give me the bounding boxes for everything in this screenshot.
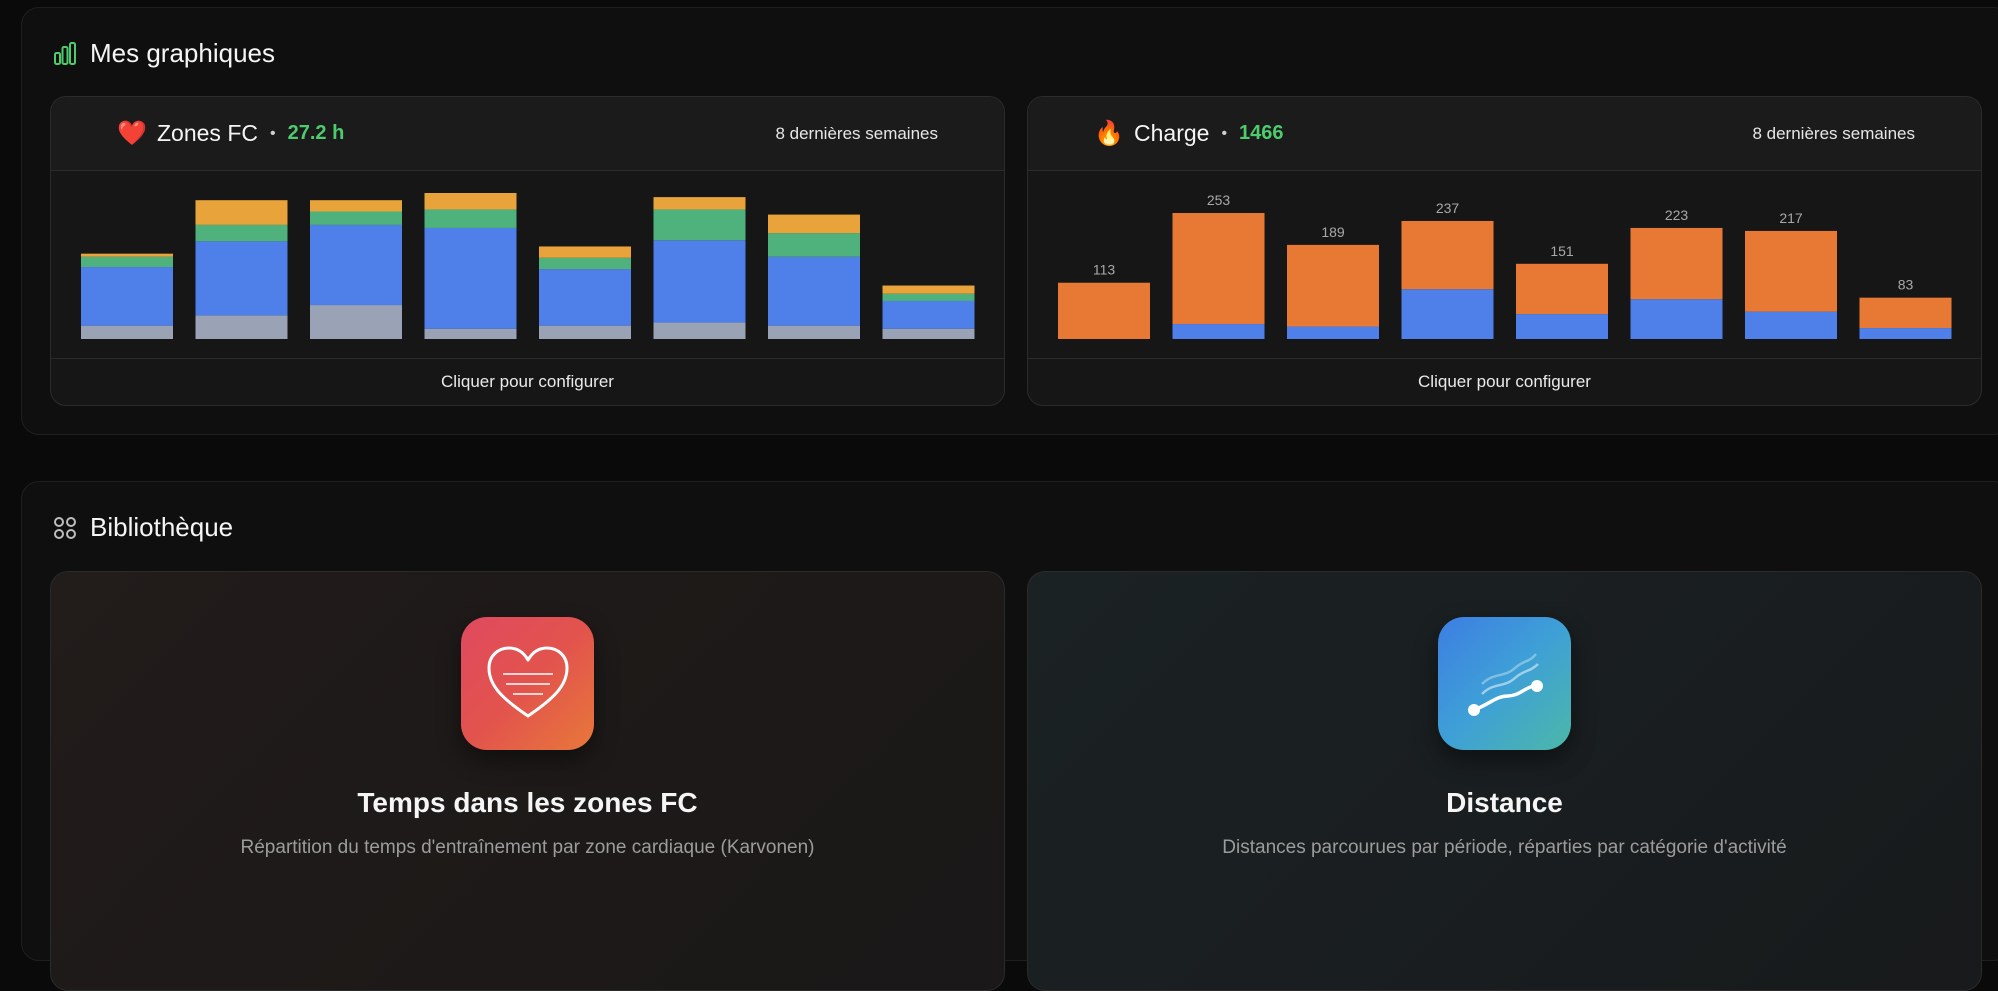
- bar-segment: [1287, 326, 1379, 339]
- distance-route-icon: [1438, 617, 1571, 750]
- fire-icon: 🔥: [1094, 120, 1124, 147]
- bar-segment: [195, 315, 288, 339]
- library-section-title: Bibliothèque: [90, 512, 234, 542]
- bar-segment: [539, 257, 631, 270]
- bar-segment: [81, 267, 173, 326]
- bar-segment: [1745, 230, 1837, 312]
- bar-segment: [1401, 289, 1494, 339]
- library-section-header: Bibliothèque: [52, 512, 233, 543]
- library-card-zones[interactable]: Temps dans les zones FC Répartition du t…: [50, 571, 1005, 991]
- bar-segment: [653, 209, 746, 241]
- bar-segment: [81, 325, 173, 339]
- bar-total-label: 223: [1665, 207, 1689, 223]
- configure-button[interactable]: Cliquer pour configurer: [51, 358, 1004, 405]
- bar-segment: [882, 285, 975, 294]
- bar-segment: [81, 253, 173, 257]
- charge-chart: 113 253 189 237 151 223 217 83: [1058, 192, 1952, 339]
- bar-segment: [653, 240, 746, 323]
- card-period: 8 dernières semaines: [775, 124, 938, 143]
- bar-segment: [768, 325, 860, 339]
- bar-segment: [1630, 299, 1723, 339]
- configure-button[interactable]: Cliquer pour configurer: [1028, 358, 1981, 405]
- bar-segment: [1287, 244, 1379, 327]
- library-card-title: Distance: [1446, 787, 1563, 818]
- charge-chart-card[interactable]: 🔥 Charge • 1466 8 dernières semaines 113…: [1027, 96, 1982, 406]
- grid-icon: [52, 515, 78, 541]
- bar-segment: [882, 328, 975, 339]
- zones-fc-chart: [81, 193, 975, 339]
- card-period: 8 dernières semaines: [1752, 124, 1915, 143]
- bar-segment: [1401, 220, 1494, 290]
- separator-dot: •: [1221, 124, 1228, 142]
- card-title: Zones FC: [157, 120, 258, 146]
- bar-segment: [1516, 263, 1608, 315]
- bar-total-label: 151: [1550, 243, 1574, 259]
- zones-chart-area: [51, 171, 1004, 343]
- card-header: 🔥 Charge • 1466 8 dernières semaines: [1028, 97, 1981, 171]
- card-title: Charge: [1134, 120, 1210, 146]
- bar-segment: [424, 328, 517, 339]
- charts-section: Mes graphiques ❤️ Zones FC • 27.2 h 8 de…: [21, 7, 1998, 435]
- bar-segment: [1516, 314, 1608, 339]
- bar-segment: [1058, 282, 1150, 339]
- bar-segment: [81, 256, 173, 268]
- charge-chart-area: 113 253 189 237 151 223 217 83: [1028, 171, 1981, 343]
- bar-segment: [1172, 213, 1265, 325]
- bar-segment: [195, 241, 288, 316]
- bar-segment: [882, 300, 975, 329]
- library-card-description: Répartition du temps d'entraînement par …: [240, 837, 815, 858]
- zones-fc-chart-card[interactable]: ❤️ Zones FC • 27.2 h 8 dernières semaine…: [50, 96, 1005, 406]
- charts-section-header: Mes graphiques: [52, 38, 275, 69]
- library-card-distance[interactable]: Distance Distances parcourues par périod…: [1027, 571, 1982, 991]
- bar-segment: [882, 293, 975, 301]
- bar-total-label: 237: [1436, 200, 1460, 216]
- bar-segment: [768, 233, 860, 257]
- bar-segment: [1172, 324, 1265, 339]
- card-metric: 27.2 h: [287, 122, 345, 144]
- bar-segment: [1859, 297, 1952, 329]
- library-section: Bibliothèque Temps dans les zones FC Rép…: [21, 481, 1998, 991]
- bar-total-label: 113: [1093, 262, 1116, 278]
- bar-segment: [539, 246, 631, 258]
- bar-segment: [768, 214, 860, 234]
- bar-segment: [1859, 328, 1952, 339]
- bar-segment: [310, 200, 402, 212]
- bar-segment: [653, 322, 746, 339]
- bar-total-label: 83: [1898, 277, 1914, 293]
- heart-lines-icon: [461, 617, 594, 750]
- bar-chart-icon: [52, 41, 78, 67]
- bar-segment: [310, 211, 402, 225]
- bar-total-label: 217: [1779, 210, 1803, 226]
- bar-segment: [1745, 311, 1837, 339]
- bar-segment: [195, 224, 288, 242]
- bar-segment: [653, 197, 746, 210]
- bar-segment: [424, 227, 517, 329]
- card-metric: 1466: [1239, 122, 1284, 144]
- bar-segment: [424, 209, 517, 228]
- card-header: ❤️ Zones FC • 27.2 h 8 dernières semaine…: [51, 97, 1004, 171]
- bar-segment: [310, 224, 402, 306]
- heart-icon: ❤️: [117, 120, 147, 147]
- separator-dot: •: [269, 124, 276, 142]
- bar-segment: [310, 305, 402, 339]
- bar-segment: [1630, 227, 1723, 300]
- bar-segment: [768, 256, 860, 326]
- bar-segment: [539, 325, 631, 339]
- library-card-title: Temps dans les zones FC: [357, 787, 698, 818]
- charts-section-title: Mes graphiques: [90, 38, 275, 68]
- bar-segment: [539, 269, 631, 326]
- bar-total-label: 189: [1321, 224, 1345, 240]
- library-card-description: Distances parcourues par période, répart…: [1222, 837, 1787, 858]
- bar-segment: [424, 193, 517, 210]
- bar-total-label: 253: [1207, 192, 1231, 208]
- bar-segment: [195, 200, 288, 225]
